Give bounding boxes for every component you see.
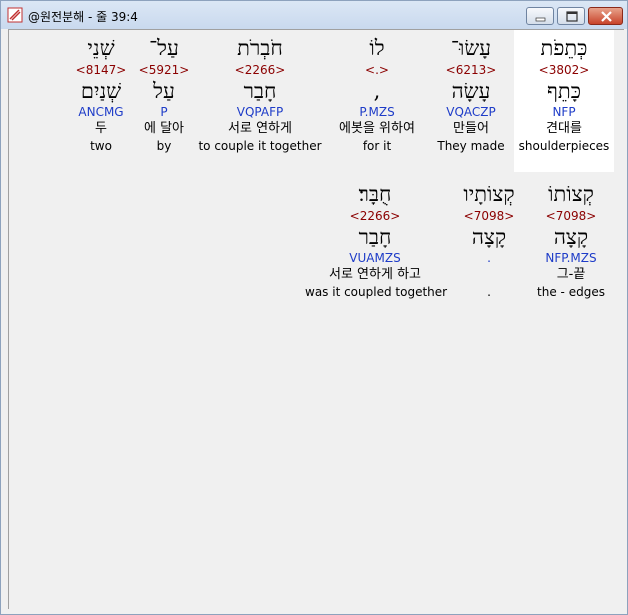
korean-gloss: 서로 연하게 하고 [329, 267, 421, 282]
english-gloss: was it coupled together [305, 285, 448, 299]
word-column[interactable]: לוֹ <.> , P.MZS 에봇을 위하여 for it [327, 30, 427, 154]
window-title: @원전분해 - 줄 39:4 [28, 10, 138, 24]
strong-number[interactable]: <2266> [305, 208, 445, 224]
lemma: חָבַר [358, 225, 392, 249]
word-column[interactable]: כְּתֵפֹת <3802> כָּתֵף NFP 견대를 shoulderp… [514, 30, 614, 172]
hebrew-word: חֹבְרֹת [237, 36, 283, 60]
strong-number[interactable]: <2266> [195, 62, 325, 78]
hebrew-word: כְּתֵפֹת [540, 36, 588, 60]
english-gloss: They made [437, 139, 505, 153]
maximize-button[interactable] [557, 7, 585, 25]
title-bar[interactable]: @원전분해 - 줄 39:4 [1, 1, 627, 29]
lemma: כָּתֵף [547, 79, 581, 103]
morphology-code[interactable]: P [134, 104, 194, 120]
morphology-code[interactable]: VQACZP [421, 104, 521, 120]
korean-gloss: 서로 연하게 [228, 121, 292, 136]
morphology-code[interactable]: P.MZS [327, 104, 427, 120]
lemma: עָשָׂה [451, 79, 491, 103]
english-gloss: for it [362, 139, 392, 153]
english-gloss: . [487, 285, 491, 299]
word-column[interactable]: שְׁנֵי <8147> שְׁנַיִם ANCMG 두 two [71, 30, 131, 154]
korean-gloss: 견대를 [546, 121, 582, 136]
lemma: קָצָה [471, 225, 507, 249]
korean-gloss: 만들어 [453, 121, 489, 136]
lemma: שְׁנַיִם [80, 79, 122, 103]
strong-number[interactable]: <7098> [439, 208, 539, 224]
minimize-button[interactable] [526, 7, 554, 25]
strong-number[interactable]: <6213> [421, 62, 521, 78]
lemma: עַל [153, 79, 175, 103]
morphology-code[interactable]: VUAMZS [305, 250, 445, 266]
hebrew-word: עָשׂוּ־ [450, 36, 492, 60]
word-column[interactable]: חֹבְרֹת <2266> חָבַר VQPAFP 서로 연하게 to co… [195, 30, 325, 154]
hebrew-word: עַל־ [149, 36, 179, 60]
interlinear-pane: כְּתֵפֹת <3802> כָּתֵף NFP 견대를 shoulderp… [8, 29, 624, 609]
strong-number[interactable]: <8147> [71, 62, 131, 78]
hebrew-word: חֻבָּר׃ [358, 182, 392, 206]
word-column[interactable]: עָשׂוּ־ <6213> עָשָׂה VQACZP 만들어 They ma… [421, 30, 521, 154]
strong-number[interactable]: <.> [327, 62, 427, 78]
morphology-code[interactable]: ANCMG [71, 104, 131, 120]
word-column[interactable]: קְצוֹתָיו <7098> קָצָה . . [439, 176, 539, 300]
morphology-code[interactable]: NFP [514, 104, 614, 120]
morphology-code[interactable]: . [439, 250, 539, 266]
english-gloss: two [90, 139, 112, 153]
app-window: @원전분해 - 줄 39:4 כְּתֵפֹת <3802> כָּתֵף NF… [0, 0, 628, 615]
app-icon [7, 7, 23, 23]
word-column[interactable]: עַל־ <5921> עַל P 에 달아 by [134, 30, 194, 154]
hebrew-word: שְׁנֵי [87, 36, 115, 60]
lemma: חָבַר [243, 79, 277, 103]
korean-gloss [439, 266, 539, 284]
word-column[interactable]: חֻבָּר׃ <2266> חָבַר VUAMZS 서로 연하게 하고 wa… [305, 176, 448, 300]
english-gloss: to couple it together [198, 139, 322, 153]
lemma: , [373, 79, 381, 103]
morphology-code[interactable]: VQPAFP [195, 104, 325, 120]
hebrew-word: לוֹ [369, 36, 385, 60]
korean-gloss: 에 달아 [143, 121, 184, 136]
english-gloss: shoulderpieces [518, 139, 610, 153]
strong-number[interactable]: <3802> [514, 62, 614, 78]
close-button[interactable] [588, 7, 623, 25]
korean-gloss: 두 [95, 121, 107, 136]
hebrew-word: קְצוֹתָיו [463, 182, 515, 206]
korean-gloss: 에봇을 위하여 [339, 121, 415, 136]
english-gloss: by [156, 139, 172, 153]
strong-number[interactable]: <5921> [134, 62, 194, 78]
